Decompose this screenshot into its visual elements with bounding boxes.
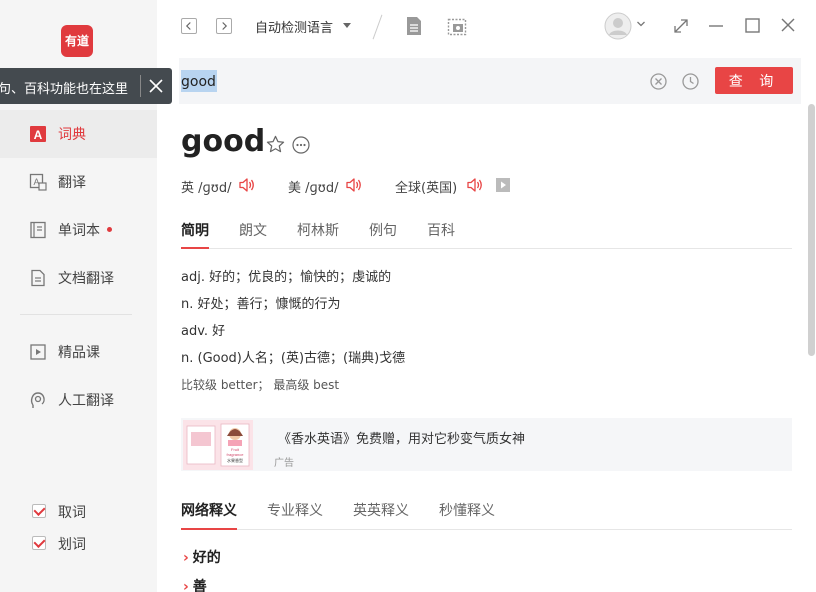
capture-word-checkbox[interactable] (32, 504, 46, 518)
sidebar-item-human-translate[interactable]: 人工翻译 (0, 376, 157, 424)
chevron-right-icon: › (183, 550, 189, 566)
avatar[interactable] (604, 12, 632, 40)
web-definition-text: 善 (192, 579, 207, 592)
sidebar-item-label: 单词本 (58, 223, 100, 239)
headword: good (181, 124, 266, 159)
active-tab-indicator (181, 247, 209, 249)
pron-uk: 英 /ɡʊd/ (181, 177, 231, 196)
ad-label: 广告 (274, 458, 294, 469)
ad-illustration: Fruit fragrance 水果香型 (183, 420, 253, 470)
pron-global: 全球(英国) (395, 177, 457, 196)
feature-tooltip: 例句、百科功能也在这里 (0, 68, 172, 104)
history-icon[interactable] (682, 73, 699, 90)
tab-encyclopedia[interactable]: 百科 (427, 220, 455, 240)
sidebar-item-label: 翻译 (58, 175, 86, 191)
more-icon[interactable] (292, 136, 310, 154)
toolbar-divider (372, 14, 383, 40)
pron-us-region: 美 (288, 181, 302, 196)
sidebar-item-label: 精品课 (58, 345, 100, 361)
sidebar-item-label: 词典 (58, 127, 86, 143)
clear-icon[interactable] (650, 73, 667, 90)
sidebar-item-translate[interactable]: A 翻译 (0, 158, 157, 206)
speaker-icon[interactable] (466, 176, 484, 194)
sidebar-item-wordbook[interactable]: 单词本 (0, 206, 157, 254)
definition: adj. 好的；优良的；愉快的；虔诚的 (181, 270, 392, 285)
wordbook-icon (30, 221, 46, 239)
sidebar-item-dictionary[interactable]: A 词典 (0, 110, 157, 158)
screenshot-icon[interactable] (447, 16, 467, 36)
capture-word-label: 取词 (58, 505, 86, 521)
pron-uk-ipa: /ɡʊd/ (198, 181, 232, 196)
close-icon[interactable] (146, 76, 166, 96)
chevron-down-icon[interactable] (343, 23, 351, 28)
scrollbar[interactable] (808, 104, 815, 356)
tab-web-definitions[interactable]: 网络释义 (181, 500, 237, 520)
star-icon[interactable] (266, 135, 285, 154)
pron-global-region: 全球(英国) (395, 181, 458, 196)
ad-image-caption: 水果香型 (227, 457, 243, 463)
account-chevron-icon[interactable] (636, 19, 646, 29)
human-translate-icon (30, 392, 45, 408)
tooltip-divider (140, 75, 141, 97)
forward-button[interactable] (216, 18, 232, 34)
chevron-right-icon: › (183, 579, 189, 592)
search-bar: 查 询 (179, 58, 801, 104)
tab-concise[interactable]: 简明 (181, 220, 209, 240)
play-icon[interactable] (496, 178, 510, 192)
top-toolbar: 自动检测语言 (157, 0, 816, 55)
mini-mode-icon[interactable] (673, 18, 689, 34)
sidebar-divider (20, 314, 132, 315)
ad-text: 《香水英语》免费赠，用对它秒变气质女神 (278, 432, 526, 447)
svg-text:A: A (34, 128, 43, 142)
web-definition-item[interactable]: › 好的 (183, 547, 221, 567)
youdao-logo[interactable]: 有道 (61, 25, 93, 57)
search-button[interactable]: 查 询 (715, 67, 793, 94)
web-tabs: 网络释义 专业释义 英英释义 秒懂释义 (181, 500, 792, 530)
back-button[interactable] (181, 18, 197, 34)
minimize-icon[interactable] (708, 24, 724, 28)
tab-longman[interactable]: 朗文 (239, 220, 267, 240)
pron-uk-region: 英 (181, 181, 195, 196)
ad-banner[interactable]: Fruit fragrance 水果香型 《香水英语》免费赠，用对它秒变气质女神… (181, 418, 792, 471)
wordlist-icon[interactable] (405, 16, 423, 36)
tab-quick-explain[interactable]: 秒懂释义 (439, 500, 495, 520)
search-input[interactable] (179, 70, 619, 94)
dict-tabs: 简明 朗文 柯林斯 例句 百科 (181, 220, 792, 249)
word-forms: 比较级 better； 最高级 best (181, 378, 340, 392)
tooltip-text: 例句、百科功能也在这里 (0, 82, 128, 97)
web-definition-text: 好的 (192, 550, 221, 566)
tab-collins[interactable]: 柯林斯 (297, 220, 339, 240)
definition: n. (Good)人名；(英)古德；(瑞典)戈德 (181, 351, 406, 366)
toggle-select-word[interactable]: 划词 (0, 531, 157, 555)
tab-examples[interactable]: 例句 (369, 220, 397, 240)
document-icon (31, 269, 45, 287)
dictionary-icon: A (30, 126, 46, 142)
definition: n. 好处；善行；慷慨的行为 (181, 297, 341, 312)
speaker-icon[interactable] (345, 176, 363, 194)
toggle-capture-word[interactable]: 取词 (0, 499, 157, 523)
select-word-label: 划词 (58, 537, 86, 553)
speaker-icon[interactable] (238, 176, 256, 194)
sidebar-item-label: 文档翻译 (58, 271, 114, 287)
tab-professional[interactable]: 专业释义 (267, 500, 323, 520)
sidebar-item-course[interactable]: 精品课 (0, 328, 157, 376)
close-window-icon[interactable] (781, 18, 795, 32)
ad-image-caption: fragrance (227, 452, 245, 457)
pron-us-ipa: /ɡʊd/ (305, 181, 339, 196)
language-select[interactable]: 自动检测语言 (255, 17, 333, 36)
pron-us: 美 /ɡʊd/ (288, 177, 338, 196)
sidebar-item-label: 人工翻译 (58, 393, 114, 409)
select-word-checkbox[interactable] (32, 536, 46, 550)
sidebar-item-document-translate[interactable]: 文档翻译 (0, 254, 157, 302)
course-icon (30, 344, 46, 360)
web-definition-item[interactable]: › 善 (183, 576, 207, 592)
tab-english-english[interactable]: 英英释义 (353, 500, 409, 520)
definition: adv. 好 (181, 324, 226, 339)
ad-image: Fruit fragrance 水果香型 (183, 420, 253, 470)
active-tab-indicator (181, 528, 237, 530)
translate-icon: A (29, 173, 47, 191)
notification-dot (107, 227, 112, 232)
maximize-icon[interactable] (745, 18, 760, 33)
